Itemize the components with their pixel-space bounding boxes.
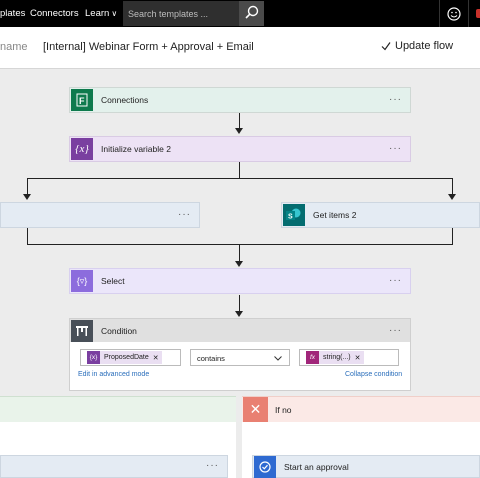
expression-chip[interactable]: fx string(...) ✕: [306, 351, 364, 364]
step-label: Condition: [101, 325, 137, 336]
if-no-label: If no: [275, 405, 292, 415]
step-yes-action[interactable]: ···: [0, 455, 228, 478]
flow-header: name [Internal] Webinar Form + Approval …: [0, 27, 480, 69]
flow-title[interactable]: [Internal] Webinar Form + Approval + Ema…: [43, 41, 254, 53]
arrow-icon: [235, 128, 243, 134]
nav-learn[interactable]: Learn ∨: [85, 8, 117, 19]
arrow-icon: [235, 261, 243, 267]
variable-icon: {x}: [87, 351, 100, 364]
approval-icon: [254, 455, 276, 478]
sharepoint-icon: S: [283, 204, 305, 226]
step-select[interactable]: {▿} Select ···: [69, 268, 411, 294]
connector-line: [239, 244, 240, 261]
condition-right-operand[interactable]: fx string(...) ✕: [299, 349, 399, 366]
checkmark-icon: [381, 42, 391, 51]
select-icon: {▿}: [71, 270, 93, 292]
step-label: Select: [101, 276, 125, 286]
step-connections[interactable]: F Connections ···: [69, 87, 411, 113]
step-label: Initialize variable 2: [101, 144, 171, 154]
nav-connectors[interactable]: Connectors: [30, 8, 79, 19]
svg-text:F: F: [79, 96, 85, 106]
condition-left-operand[interactable]: {x} ProposedDate ✕: [80, 349, 181, 366]
smiley-feedback-icon[interactable]: [444, 4, 464, 24]
connector-line: [27, 178, 28, 195]
nav-divider: [468, 0, 469, 27]
collapse-condition-link[interactable]: Collapse condition: [345, 371, 402, 378]
arrow-icon: [23, 194, 31, 200]
connector-line: [27, 178, 453, 179]
chip-label: string(...): [323, 354, 351, 361]
connector-line: [27, 228, 28, 244]
remove-icon[interactable]: ✕: [355, 354, 361, 362]
connector-line: [239, 295, 240, 311]
update-flow-label: Update flow: [395, 40, 454, 52]
more-options-icon[interactable]: ···: [389, 325, 402, 336]
chevron-down-icon: [274, 356, 282, 361]
chip-label: ProposedDate: [104, 354, 149, 361]
more-options-icon[interactable]: ···: [389, 275, 402, 286]
more-options-icon[interactable]: ···: [206, 460, 219, 471]
forms-icon: F: [71, 89, 93, 111]
step-label: Get items 2: [313, 210, 357, 220]
search-box: [123, 1, 264, 26]
search-button[interactable]: [239, 1, 264, 26]
notification-icon[interactable]: [476, 9, 480, 18]
remove-icon[interactable]: ✕: [153, 354, 159, 362]
connector-line: [239, 113, 240, 129]
operator-value: contains: [197, 354, 225, 363]
step-initialize-variable[interactable]: {x} Initialize variable 2 ···: [69, 136, 411, 162]
more-options-icon[interactable]: ···: [389, 143, 402, 154]
connector-line: [452, 228, 453, 244]
condition-operator-select[interactable]: contains: [190, 349, 290, 366]
nav-templates[interactable]: plates: [0, 8, 25, 19]
search-input[interactable]: [123, 1, 238, 26]
nav-learn-label: Learn: [85, 8, 110, 19]
nav-divider: [439, 0, 440, 27]
arrow-icon: [235, 311, 243, 317]
step-condition[interactable]: Condition ···: [69, 318, 411, 343]
search-icon: [245, 5, 259, 19]
connector-line: [452, 178, 453, 195]
dynamic-content-chip[interactable]: {x} ProposedDate ✕: [87, 351, 162, 364]
chevron-down-icon: ∨: [111, 9, 118, 18]
connector-line: [27, 244, 453, 245]
update-flow-button[interactable]: Update flow: [381, 40, 453, 52]
variable-icon: {x}: [71, 138, 93, 160]
if-yes-header: [0, 396, 236, 422]
svg-text:S: S: [288, 214, 293, 221]
step-parallel-branch[interactable]: ···: [0, 202, 200, 228]
close-icon: ✕: [243, 397, 268, 422]
top-nav: plates Connectors Learn ∨: [0, 0, 480, 27]
function-icon: fx: [306, 351, 319, 364]
step-get-items[interactable]: S Get items 2: [281, 202, 480, 228]
flow-name-label: name: [0, 41, 28, 53]
condition-icon: [71, 319, 93, 342]
step-label: Start an approval: [284, 461, 349, 472]
more-options-icon[interactable]: ···: [389, 94, 402, 105]
step-start-approval[interactable]: Start an approval: [252, 455, 480, 478]
connector-line: [239, 162, 240, 178]
more-options-icon[interactable]: ···: [178, 209, 191, 220]
arrow-icon: [448, 194, 456, 200]
step-label: Connections: [101, 95, 149, 105]
edit-advanced-link[interactable]: Edit in advanced mode: [78, 371, 149, 378]
